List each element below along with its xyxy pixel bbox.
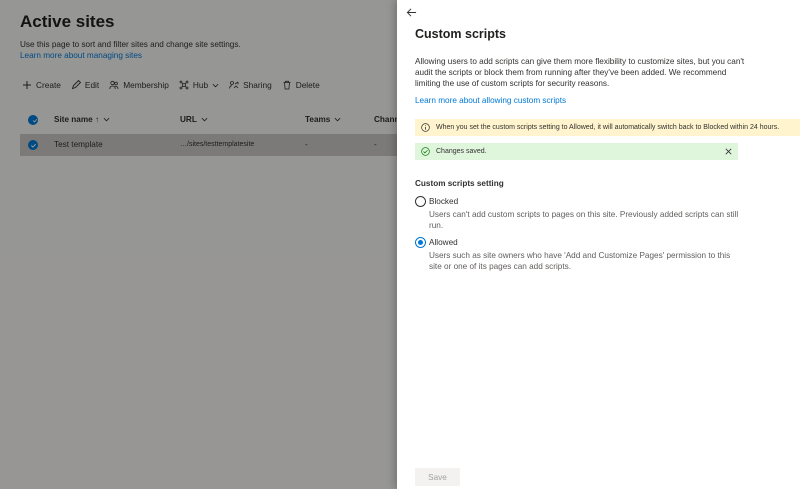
chevron-down-icon [334,117,341,122]
row-checkbox[interactable] [28,140,38,150]
checkmark-icon [28,140,38,150]
row-teams: - [305,140,308,149]
hub-button[interactable]: Hub [179,80,219,90]
option-allowed-label[interactable]: Allowed [429,238,458,247]
column-header-url[interactable]: URL [180,115,208,124]
delete-button[interactable]: Delete [282,80,320,90]
success-check-icon [421,147,430,156]
custom-scripts-panel: Custom scripts Allowing users to add scr… [397,0,800,489]
panel-title: Custom scripts [415,27,506,41]
pencil-icon [71,80,81,90]
command-bar: Create Edit Membership Hub Sharing Delet… [22,78,330,92]
checkmark-icon [28,115,38,125]
row-url: …/sites/testtemplatesite [180,141,255,148]
create-button[interactable]: Create [22,80,61,90]
radio-allowed[interactable] [415,237,426,248]
chevron-down-icon [103,117,110,122]
close-icon[interactable] [724,147,733,156]
people-icon [109,80,119,90]
setting-label: Custom scripts setting [415,179,504,188]
warning-message-bar: When you set the custom scripts setting … [415,119,800,136]
back-button[interactable] [405,6,417,18]
sort-ascending-icon: ↑ [94,115,100,124]
sites-table-header: Site name ↑ URL Teams Chann [22,112,397,128]
info-icon [421,123,430,132]
chevron-down-icon [212,83,219,87]
option-blocked-label[interactable]: Blocked [429,197,458,206]
select-all-checkbox[interactable] [28,115,38,125]
active-sites-page: Active sites Use this page to sort and f… [0,0,397,489]
option-allowed-description: Users such as site owners who have 'Add … [429,251,731,271]
column-header-channels[interactable]: Chann [374,115,397,124]
table-row[interactable]: Test template …/sites/testtemplatesite -… [20,134,397,156]
arrow-left-icon [406,8,416,16]
page-title: Active sites [20,12,115,31]
save-button[interactable]: Save [415,468,460,486]
membership-button[interactable]: Membership [109,80,169,90]
success-message-bar: Changes saved. [415,143,738,160]
column-header-teams[interactable]: Teams [305,115,341,124]
success-text: Changes saved. [436,148,487,155]
column-header-site-name[interactable]: Site name ↑ [54,115,110,124]
learn-more-sites-link[interactable]: Learn more about managing sites [20,51,142,60]
panel-description: Allowing users to add scripts can give t… [415,57,745,88]
radio-blocked[interactable] [415,196,426,207]
share-icon [229,80,239,90]
chevron-down-icon [201,117,208,122]
sharing-button[interactable]: Sharing [229,80,272,90]
row-site-name[interactable]: Test template [54,140,103,149]
row-channels: - [374,140,377,149]
warning-text: When you set the custom scripts setting … [436,124,780,131]
page-description: Use this page to sort and filter sites a… [20,40,241,49]
edit-button[interactable]: Edit [71,80,99,90]
hub-icon [179,80,189,90]
trash-icon [282,80,292,90]
modal-overlay [0,0,397,489]
plus-icon [22,80,32,90]
option-blocked-description: Users can't add custom scripts to pages … [429,210,739,230]
learn-more-scripts-link[interactable]: Learn more about allowing custom scripts [415,96,566,105]
